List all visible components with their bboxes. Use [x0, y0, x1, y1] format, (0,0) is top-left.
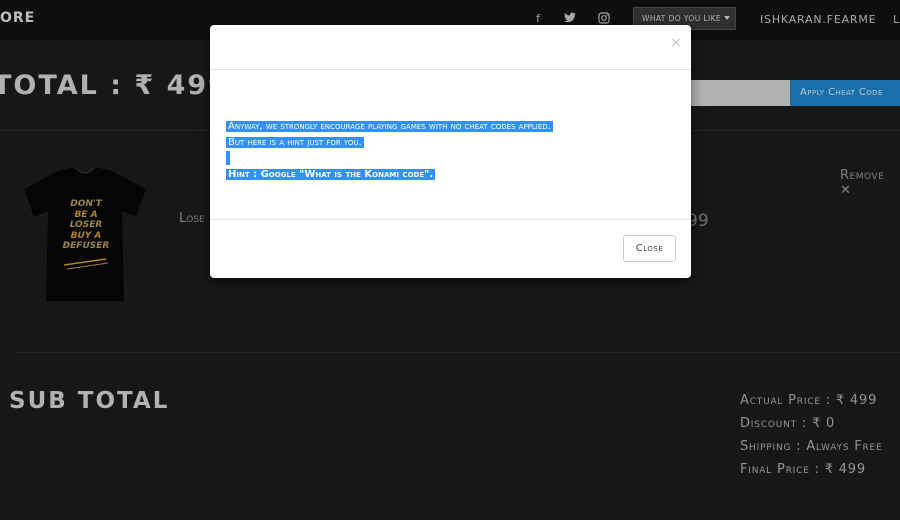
selection-blank [226, 151, 230, 165]
close-icon[interactable]: × [670, 36, 682, 50]
close-button[interactable]: Close [623, 235, 676, 262]
hint-text: Hint : Google "What is the Konami code". [226, 169, 436, 180]
modal-header-divider [210, 69, 691, 70]
modal-footer-divider [210, 219, 691, 220]
modal-body: Anyway, we strongly encourage playing ga… [226, 119, 553, 183]
hint-modal: × Anyway, we strongly encourage playing … [210, 25, 691, 278]
hint-text-line: Anyway, we strongly encourage playing ga… [226, 121, 553, 132]
hint-text-line: But here is a hint just for you. [226, 137, 364, 148]
